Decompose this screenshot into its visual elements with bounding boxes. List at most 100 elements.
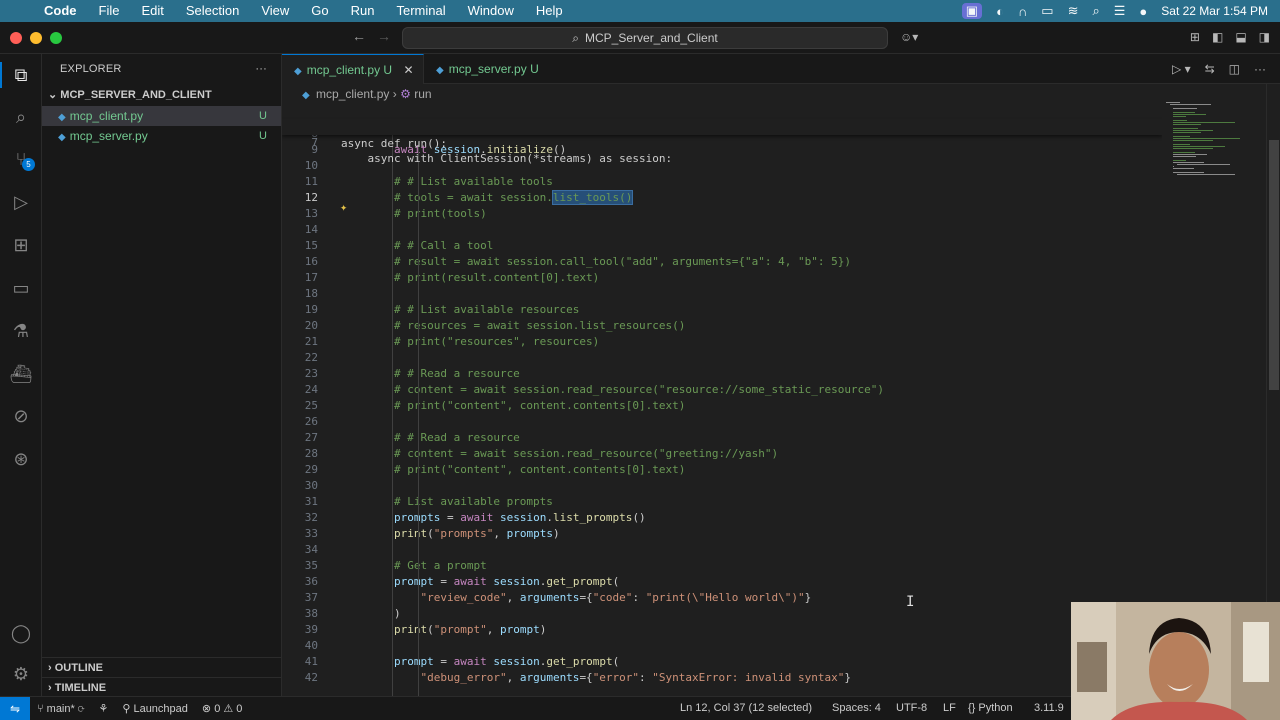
- remote-indicator-icon[interactable]: ⇋: [0, 696, 30, 720]
- git-graph-icon[interactable]: ⊘: [9, 404, 33, 428]
- code-line[interactable]: 34: [282, 542, 1162, 558]
- code-line[interactable]: 31 # List available prompts: [282, 494, 1162, 510]
- screen-share-icon[interactable]: ▣: [961, 3, 983, 19]
- menu-app-name[interactable]: Code: [40, 0, 88, 22]
- code-line[interactable]: 35 # Get a prompt: [282, 558, 1162, 574]
- remote-explorer-icon[interactable]: ▭: [9, 276, 33, 300]
- close-window-button[interactable]: [10, 31, 22, 44]
- menu-run[interactable]: Run: [340, 0, 386, 22]
- code-line[interactable]: 42 "debug_error", arguments={"error": "S…: [282, 670, 1162, 686]
- more-actions-icon[interactable]: ···: [1254, 62, 1266, 76]
- gitlens-icon[interactable]: ⊛: [9, 447, 33, 471]
- compare-changes-icon[interactable]: ⇆: [1205, 62, 1215, 76]
- headphones-icon[interactable]: ∩: [1018, 4, 1027, 19]
- sticky-scroll-line[interactable]: 5 async def run():: [282, 104, 1162, 150]
- tab-mcp-server[interactable]: ◆ mcp_server.py U: [424, 54, 554, 84]
- more-actions-icon[interactable]: ···: [255, 54, 267, 84]
- arrow-left-icon[interactable]: ←: [352, 28, 366, 44]
- code-line[interactable]: 40: [282, 638, 1162, 654]
- close-icon[interactable]: ✕: [403, 63, 413, 77]
- control-center-icon[interactable]: ☰: [1114, 3, 1126, 19]
- language-mode[interactable]: {} Python: [968, 697, 1013, 719]
- code-line[interactable]: 41 prompt = await session.get_prompt(: [282, 654, 1162, 670]
- arrow-right-icon[interactable]: →: [377, 28, 391, 44]
- code-line[interactable]: 36 prompt = await session.get_prompt(: [282, 574, 1162, 590]
- menu-go[interactable]: Go: [300, 0, 339, 22]
- code-line[interactable]: 12 # tools = await session.list_tools(): [282, 190, 1162, 206]
- code-line[interactable]: 22: [282, 350, 1162, 366]
- menu-selection[interactable]: Selection: [175, 0, 250, 22]
- menubar-clock[interactable]: Sat 22 Mar 1:54 PM: [1161, 4, 1268, 18]
- menu-terminal[interactable]: Terminal: [386, 0, 457, 22]
- extensions-icon[interactable]: ⊞: [9, 233, 33, 257]
- code-line[interactable]: 18: [282, 286, 1162, 302]
- code-line[interactable]: 37 "review_code", arguments={"code": "pr…: [282, 590, 1162, 606]
- docker-icon[interactable]: ⛴: [9, 362, 33, 386]
- run-file-icon[interactable]: ▷ ▾: [1172, 62, 1191, 76]
- menu-edit[interactable]: Edit: [130, 0, 174, 22]
- timeline-section[interactable]: › TIMELINE: [42, 677, 282, 697]
- indentation[interactable]: Spaces: 4: [832, 697, 881, 719]
- python-interpreter[interactable]: 3.11.9: [1034, 697, 1064, 719]
- siri-icon[interactable]: ●: [1139, 4, 1147, 19]
- gitlens-status-icon[interactable]: ⚘: [91, 702, 115, 715]
- code-line[interactable]: 23 # # Read a resource: [282, 366, 1162, 382]
- toggle-sidebar-icon[interactable]: ◧: [1212, 30, 1223, 44]
- code-line[interactable]: 20 # resources = await session.list_reso…: [282, 318, 1162, 334]
- command-center[interactable]: ⌕ MCP_Server_and_Client: [402, 27, 888, 49]
- wifi-icon[interactable]: ≋: [1068, 3, 1079, 19]
- file-item-mcp-client[interactable]: ◆ mcp_client.py U: [42, 106, 281, 126]
- code-line[interactable]: 39 print("prompt", prompt): [282, 622, 1162, 638]
- outline-section[interactable]: › OUTLINE: [42, 657, 282, 677]
- code-line[interactable]: 27 # # Read a resource: [282, 430, 1162, 446]
- breadcrumb-symbol[interactable]: run: [414, 87, 431, 101]
- code-line[interactable]: 21 # print("resources", resources): [282, 334, 1162, 350]
- code-line[interactable]: 24 # content = await session.read_resour…: [282, 382, 1162, 398]
- sticky-scroll-line[interactable]: 7 async with ClientSession(*streams) as …: [282, 119, 1162, 165]
- toggle-panel-icon[interactable]: ⬓: [1235, 30, 1246, 44]
- split-editor-icon[interactable]: ◫: [1229, 62, 1240, 76]
- problems-indicator[interactable]: ⊗ 0 ⚠ 0: [195, 702, 250, 715]
- half-circle-icon[interactable]: ◐: [996, 4, 1004, 19]
- spotlight-search-icon[interactable]: ⌕: [1092, 3, 1099, 19]
- explorer-icon[interactable]: ⧉: [9, 63, 33, 87]
- code-line[interactable]: 14: [282, 222, 1162, 238]
- code-line[interactable]: 19 # # List available resources: [282, 302, 1162, 318]
- code-editor[interactable]: 5 async def run(): 7 async with ClientSe…: [282, 104, 1162, 696]
- code-line[interactable]: 26: [282, 414, 1162, 430]
- cursor-position[interactable]: Ln 12, Col 37 (12 selected): [680, 697, 812, 719]
- battery-icon[interactable]: ▭: [1041, 3, 1053, 19]
- source-control-icon[interactable]: ⑂ 5: [9, 147, 35, 171]
- code-line[interactable]: 33 print("prompts", prompts): [282, 526, 1162, 542]
- customize-layout-icon[interactable]: ⊞: [1190, 30, 1200, 44]
- menu-file[interactable]: File: [88, 0, 131, 22]
- code-line[interactable]: 25 # print("content", content.contents[0…: [282, 398, 1162, 414]
- testing-flask-icon[interactable]: ⚗: [9, 319, 33, 343]
- run-debug-icon[interactable]: ▷: [9, 190, 33, 214]
- git-branch[interactable]: ⑂ main* ⟳: [30, 703, 91, 715]
- code-line[interactable]: 11 # # List available tools: [282, 174, 1162, 190]
- toggle-secondary-sidebar-icon[interactable]: ◨: [1259, 30, 1270, 44]
- code-line[interactable]: 17 # print(result.content[0].text): [282, 270, 1162, 286]
- code-line[interactable]: 28 # content = await session.read_resour…: [282, 446, 1162, 462]
- minimize-window-button[interactable]: [30, 31, 42, 44]
- code-line[interactable]: 16 # result = await session.call_tool("a…: [282, 254, 1162, 270]
- search-icon[interactable]: ⌕: [9, 105, 33, 129]
- code-line[interactable]: 15 # # Call a tool: [282, 238, 1162, 254]
- manage-gear-icon[interactable]: ⚙: [9, 662, 33, 686]
- maximize-window-button[interactable]: [50, 31, 62, 44]
- code-line[interactable]: 38 ): [282, 606, 1162, 622]
- breadcrumb-file[interactable]: mcp_client.py: [316, 87, 389, 101]
- code-line[interactable]: 32 prompts = await session.list_prompts(…: [282, 510, 1162, 526]
- workspace-folder[interactable]: ⌄ MCP_SERVER_AND_CLIENT: [42, 84, 281, 106]
- copilot-icon[interactable]: ☺▾: [900, 30, 918, 44]
- encoding[interactable]: UTF-8: [896, 697, 927, 719]
- code-line[interactable]: 13 # print(tools): [282, 206, 1162, 222]
- menu-help[interactable]: Help: [525, 0, 574, 22]
- menu-view[interactable]: View: [250, 0, 300, 22]
- account-icon[interactable]: ◯: [9, 621, 33, 645]
- menu-window[interactable]: Window: [457, 0, 525, 22]
- code-line[interactable]: 30: [282, 478, 1162, 494]
- launchpad-item[interactable]: ⚲ Launchpad: [115, 702, 195, 715]
- end-of-line[interactable]: LF: [943, 697, 956, 719]
